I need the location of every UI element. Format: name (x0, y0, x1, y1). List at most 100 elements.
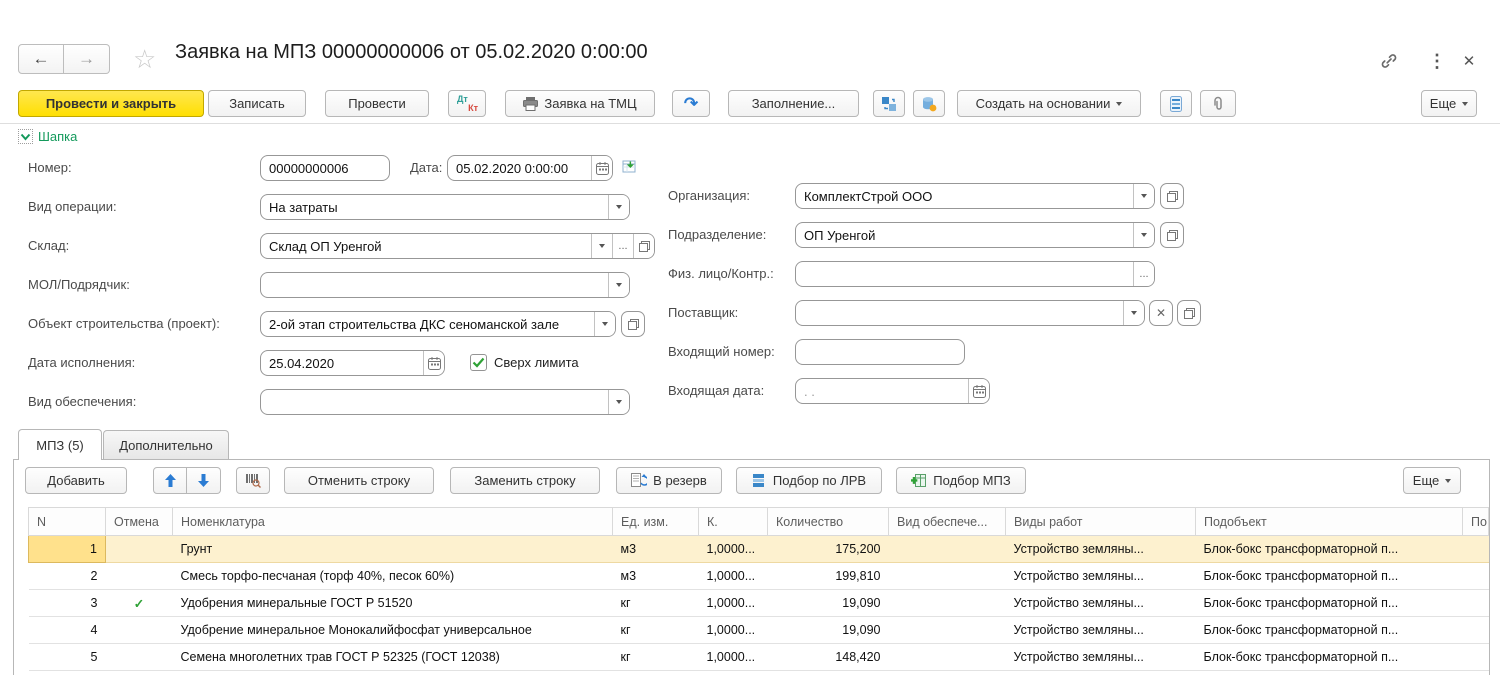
to-reserve-button[interactable]: В резерв (616, 467, 722, 494)
department-select[interactable]: ОП Уренгой (795, 222, 1155, 248)
print-request-button[interactable]: Заявка на ТМЦ (505, 90, 655, 117)
col-header-subobject[interactable]: Подобъект (1196, 508, 1463, 536)
cancel-row-button[interactable]: Отменить строку (284, 467, 434, 494)
cancel-checkmark[interactable]: ✓ (106, 590, 173, 617)
choose-icon[interactable]: ... (612, 234, 633, 258)
save-button[interactable]: Записать (208, 90, 306, 117)
organization-value: КомплектСтрой ООО (796, 184, 1133, 208)
incoming-date-input[interactable]: . . (795, 378, 990, 404)
dropdown-icon[interactable] (1133, 223, 1154, 247)
create-based-on-button[interactable]: Создать на основании (957, 90, 1141, 117)
pick-lrv-button[interactable]: Подбор по ЛРВ (736, 467, 882, 494)
incoming-date-label: Входящая дата: (668, 378, 764, 404)
tab-mpz[interactable]: МПЗ (5) (18, 429, 102, 460)
arrow-up-icon (165, 474, 176, 487)
col-header-quantity[interactable]: Количество (768, 508, 889, 536)
open-supplier-button[interactable] (1177, 300, 1201, 326)
open-organization-button[interactable] (1160, 183, 1184, 209)
barcode-icon (245, 473, 261, 488)
structure-button[interactable] (873, 90, 905, 117)
construction-object-label: Объект строительства (проект): (28, 311, 220, 337)
favorite-star-icon[interactable]: ☆ (133, 44, 156, 75)
forward-button[interactable]: → (64, 44, 110, 74)
col-header-tail[interactable]: По (1463, 508, 1489, 536)
chevron-down-icon (1462, 102, 1468, 106)
calendar-icon[interactable] (423, 351, 444, 375)
col-header-provision[interactable]: Вид обеспече... (889, 508, 1006, 536)
post-and-close-button[interactable]: Провести и закрыть (18, 90, 204, 117)
dropdown-icon[interactable] (608, 273, 629, 297)
collapse-chevron-icon (18, 129, 33, 144)
table-row[interactable]: 5 Семена многолетних трав ГОСТ Р 52325 (… (29, 644, 1489, 671)
warehouse-select[interactable]: Склад ОП Уренгой ... (260, 233, 655, 259)
person-select[interactable]: ... (795, 261, 1155, 287)
link-icon[interactable] (1376, 49, 1402, 73)
dropdown-icon[interactable] (591, 234, 612, 258)
construction-object-select[interactable]: 2-ой этап строительства ДКС сеноманской … (260, 311, 616, 337)
table-more-button[interactable]: Еще (1403, 467, 1461, 494)
open-department-button[interactable] (1160, 222, 1184, 248)
col-header-k[interactable]: К. (699, 508, 768, 536)
supplier-select[interactable] (795, 300, 1145, 326)
close-icon[interactable]: ✕ (1456, 49, 1482, 73)
replace-row-label: Заменить строку (474, 473, 575, 488)
open-icon (628, 319, 639, 330)
report-icon (1170, 96, 1182, 112)
dropdown-icon[interactable] (1133, 184, 1154, 208)
toolbar-more-button[interactable]: Еще (1421, 90, 1477, 117)
date-input[interactable]: 05.02.2020 0:00:00 (447, 155, 613, 181)
table-row[interactable]: 1 Грунт м3 1,0000... 175,200 Устройство … (29, 536, 1489, 563)
mol-select[interactable] (260, 272, 630, 298)
attachments-button[interactable] (1200, 90, 1236, 117)
print-request-label: Заявка на ТМЦ (544, 96, 636, 111)
dropdown-icon[interactable] (1123, 301, 1144, 325)
calendar-icon[interactable] (968, 379, 989, 403)
back-button[interactable]: ← (18, 44, 64, 74)
open-construction-object-button[interactable] (621, 311, 645, 337)
calendar-icon[interactable] (591, 156, 612, 180)
set-current-date-button[interactable] (622, 159, 640, 177)
table-row[interactable]: 4 Удобрение минеральное Монокалийфосфат … (29, 617, 1489, 644)
post-button[interactable]: Провести (325, 90, 429, 117)
dropdown-icon[interactable] (608, 390, 629, 414)
add-row-button[interactable]: Добавить (25, 467, 127, 494)
col-header-works[interactable]: Виды работ (1006, 508, 1196, 536)
header-section-toggle[interactable]: Шапка (18, 129, 77, 144)
incoming-number-input[interactable] (795, 339, 965, 365)
move-row-down-button[interactable] (187, 467, 221, 494)
organization-select[interactable]: КомплектСтрой ООО (795, 183, 1155, 209)
move-row-up-button[interactable] (153, 467, 187, 494)
fill-button[interactable]: Заполнение... (728, 90, 859, 117)
provision-type-select[interactable] (260, 389, 630, 415)
more-menu-icon[interactable]: ⋮ (1424, 49, 1450, 73)
dtkt-button[interactable]: ДтКт (448, 90, 486, 117)
repost-button[interactable]: ↷ (672, 90, 710, 117)
table-row[interactable]: 3 ✓ Удобрения минеральные ГОСТ Р 51520 к… (29, 590, 1489, 617)
open-icon (1167, 191, 1178, 202)
table-row[interactable]: 2 Смесь торфо-песчаная (торф 40%, песок … (29, 563, 1489, 590)
movements-button[interactable] (913, 90, 945, 117)
choose-icon[interactable]: ... (1133, 262, 1154, 286)
col-header-nomenclature[interactable]: Номенклатура (173, 508, 613, 536)
open-icon[interactable] (633, 234, 654, 258)
construction-object-value: 2-ой этап строительства ДКС сеноманской … (261, 312, 594, 336)
barcode-button[interactable] (236, 467, 270, 494)
col-header-unit[interactable]: Ед. изм. (613, 508, 699, 536)
dropdown-icon[interactable] (608, 195, 629, 219)
provision-type-value (261, 390, 608, 414)
dropdown-icon[interactable] (594, 312, 615, 336)
number-input[interactable]: 00000000006 (260, 155, 390, 181)
paperclip-icon (1210, 96, 1226, 112)
operation-type-select[interactable]: На затраты (260, 194, 630, 220)
cancel-row-label: Отменить строку (308, 473, 410, 488)
col-header-n[interactable]: N (29, 508, 106, 536)
set-date-icon (622, 159, 640, 177)
tab-additional[interactable]: Дополнительно (103, 430, 229, 459)
reports-button[interactable] (1160, 90, 1192, 117)
replace-row-button[interactable]: Заменить строку (450, 467, 600, 494)
clear-supplier-button[interactable]: ✕ (1149, 300, 1173, 326)
pick-mpz-button[interactable]: Подбор МПЗ (896, 467, 1026, 494)
over-limit-checkbox[interactable] (470, 354, 487, 371)
due-date-input[interactable]: 25.04.2020 (260, 350, 445, 376)
col-header-cancel[interactable]: Отмена (106, 508, 173, 536)
